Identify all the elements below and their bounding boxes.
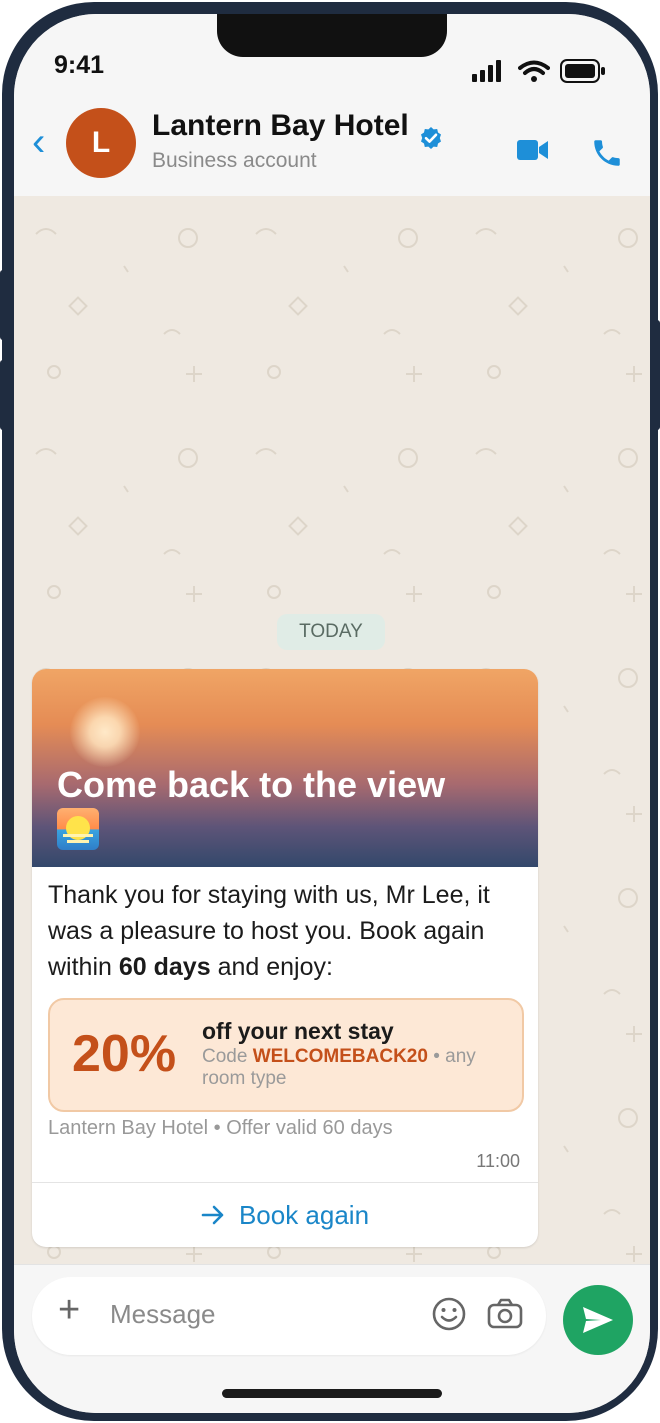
hero-title-text: Come back to the view	[57, 764, 446, 805]
date-separator: TODAY	[277, 614, 385, 650]
send-icon	[583, 1307, 613, 1333]
promo-code: WELCOMEBACK20	[252, 1046, 428, 1067]
send-button[interactable]	[563, 1285, 633, 1355]
hero-title: Come back to the view	[57, 764, 517, 851]
smiley-icon[interactable]	[430, 1295, 468, 1333]
offer-code-prefix: Code	[202, 1046, 253, 1067]
message-input-container[interactable]: + Message	[32, 1277, 546, 1355]
message-hero-image: Come back to the view	[32, 669, 538, 867]
template-message-card[interactable]: Come back to the view Thank you for stay…	[32, 669, 538, 1247]
battery-icon	[560, 59, 605, 83]
book-again-label: Book again	[238, 1199, 370, 1230]
account-type: Business account	[152, 149, 317, 172]
message-body-part2: and enjoy:	[210, 953, 333, 981]
book-again-button[interactable]: Book again	[32, 1183, 538, 1247]
phone-icon[interactable]	[590, 136, 624, 170]
message-input[interactable]: Message	[110, 1299, 216, 1330]
composer-bar: + Message	[14, 1264, 650, 1413]
verified-badge-icon	[421, 127, 441, 149]
message-body-bold: 60 days	[118, 953, 211, 981]
offer-percent: 20%	[72, 1025, 177, 1083]
home-indicator	[222, 1389, 442, 1398]
sun-glow	[70, 697, 140, 767]
chat-header: ‹ L Lantern Bay Hotel Business account	[14, 104, 650, 197]
offer-code-line: Code WELCOMEBACK20 • any room type	[202, 1046, 512, 1090]
message-body: Thank you for staying with us, Mr Lee, i…	[48, 877, 528, 985]
arrow-right-icon	[201, 1205, 224, 1225]
message-footer: Lantern Bay Hotel • Offer valid 60 days	[48, 1117, 393, 1139]
status-time: 9:41	[54, 51, 105, 79]
signal-icon	[472, 60, 501, 82]
message-time: 11:00	[476, 1151, 520, 1171]
video-camera-icon[interactable]	[517, 139, 549, 161]
offer-title: off your next stay	[202, 1018, 394, 1044]
wifi-icon	[518, 60, 550, 82]
screen: 9:41 ‹ L Lantern Bay Hotel Business acco…	[14, 14, 650, 1413]
plus-icon[interactable]: +	[58, 1291, 80, 1329]
chat-area[interactable]: TODAY Come back to the view Thank you fo…	[14, 196, 650, 1264]
chevron-left-icon[interactable]: ‹	[32, 122, 45, 162]
phone-frame: 9:41 ‹ L Lantern Bay Hotel Business acco…	[2, 2, 658, 1421]
camera-icon[interactable]	[486, 1295, 524, 1333]
sunrise-emoji	[57, 808, 99, 851]
avatar[interactable]: L	[66, 108, 136, 178]
notch	[217, 14, 447, 57]
contact-name[interactable]: Lantern Bay Hotel	[152, 109, 409, 143]
offer-box: 20% off your next stay Code WELCOMEBACK2…	[48, 998, 524, 1112]
